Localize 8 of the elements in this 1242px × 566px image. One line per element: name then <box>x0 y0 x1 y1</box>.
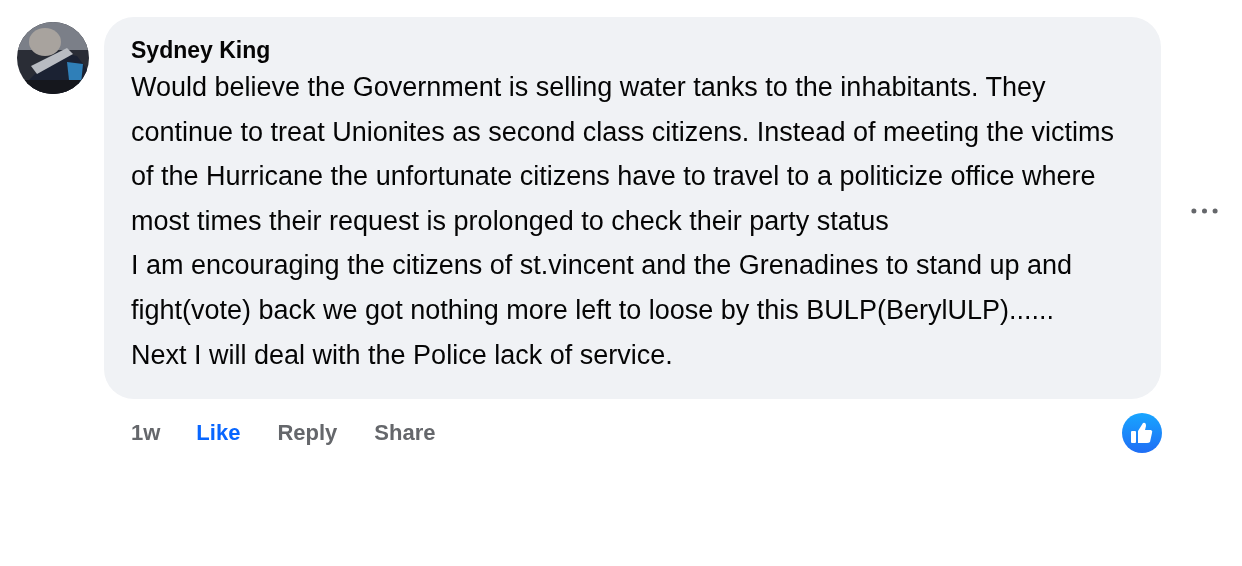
comment-text: Would believe the Government is selling water tanks to the inhabitants. They continue to treat Unionites as second class citizens. Instead of meeting the victims of the Hurricane the unfortunate citizens have to travel to a politicize office where most times their request is prolonged to check their party status I am encouraging the citizens of st.vincent and the Grenadines to stand up and fight(vote) back we got nothing more left to loose by this BULP(BerylULP)...... Next I will deal with the Police lack of service. <box>131 71 1115 372</box>
author-name[interactable]: Sydney King <box>131 35 1133 65</box>
more-options-icon[interactable] <box>1191 207 1218 214</box>
thumbs-up-icon[interactable] <box>1122 413 1162 454</box>
share-button[interactable]: Share <box>374 420 436 447</box>
like-button[interactable]: Like <box>196 420 241 447</box>
reply-button[interactable]: Reply <box>277 420 338 447</box>
timestamp[interactable]: 1w <box>131 420 161 447</box>
